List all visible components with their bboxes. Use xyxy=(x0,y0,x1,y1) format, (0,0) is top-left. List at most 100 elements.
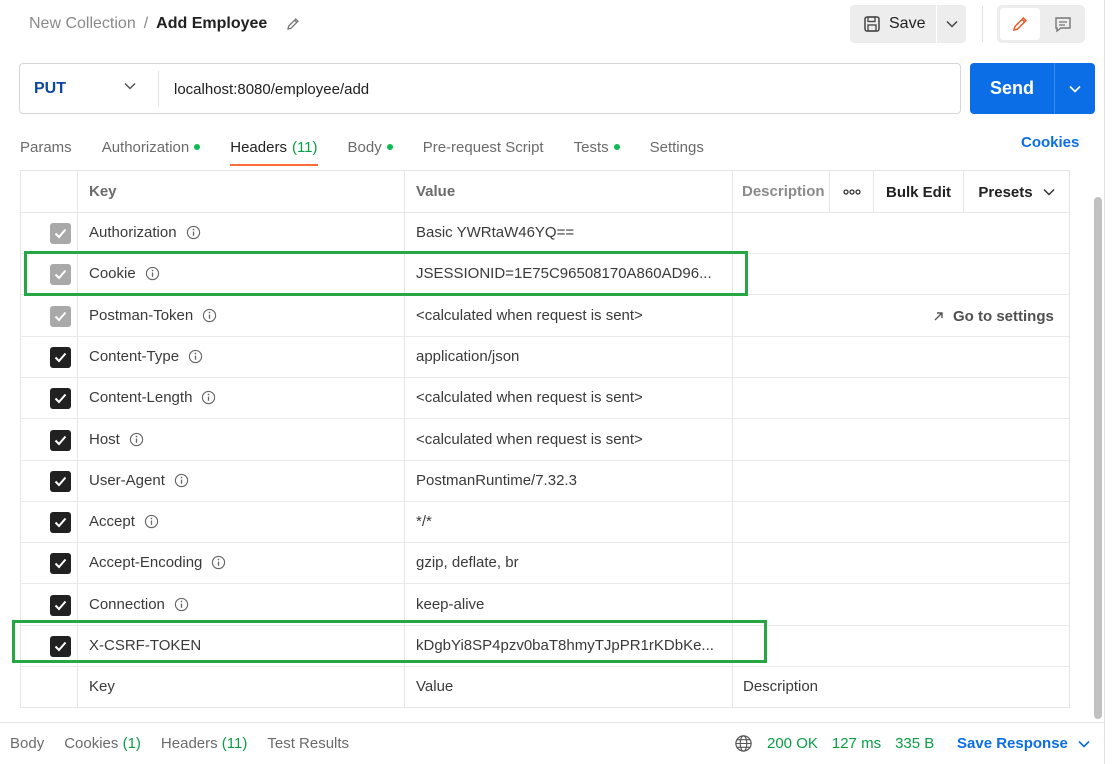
cookies-link[interactable]: Cookies xyxy=(1021,134,1079,151)
info-icon[interactable] xyxy=(174,597,189,612)
header-key[interactable]: X-CSRF-TOKEN xyxy=(89,637,201,654)
tab-tests[interactable]: Tests xyxy=(574,130,620,164)
table-header: Key Value Description Bulk Edit Presets xyxy=(21,171,1069,213)
header-key-text: Authorization xyxy=(89,224,177,241)
info-icon[interactable] xyxy=(144,514,159,529)
header-key[interactable]: Content-Length xyxy=(89,389,216,406)
new-value-input[interactable]: Value xyxy=(416,678,726,695)
info-icon[interactable] xyxy=(188,349,203,364)
request-url-bar: PUT xyxy=(19,63,961,114)
header-key[interactable]: Content-Type xyxy=(89,348,203,365)
save-response-button[interactable]: Save Response xyxy=(957,735,1090,752)
response-tab-body[interactable]: Body xyxy=(10,735,44,752)
check-icon xyxy=(54,435,67,445)
table-row: Accept-Encoding gzip, deflate, br xyxy=(21,543,1069,585)
header-value[interactable]: */* xyxy=(416,513,726,530)
arrow-up-right-icon xyxy=(934,311,943,321)
check-icon xyxy=(54,641,67,652)
header-key[interactable]: Authorization xyxy=(89,224,201,241)
header-key-text: X-CSRF-TOKEN xyxy=(89,637,202,654)
count-badge: (11) xyxy=(221,735,248,752)
header-key[interactable]: Host xyxy=(89,431,144,448)
header-value[interactable]: <calculated when request is sent> xyxy=(416,431,726,448)
edit-mode-button[interactable] xyxy=(1000,8,1040,40)
header-value[interactable]: JSESSIONID=1E75C96508170A860AD96... xyxy=(416,265,726,282)
tab-settings[interactable]: Settings xyxy=(650,130,704,164)
comments-mode-button[interactable] xyxy=(1044,8,1082,40)
header-enabled-checkbox xyxy=(50,305,71,327)
info-icon[interactable] xyxy=(129,432,144,447)
send-button[interactable]: Send xyxy=(970,63,1054,114)
header-value[interactable]: kDgbYi8SP4pzv0baT8hmyTJpPR1rKDbKe... xyxy=(416,637,726,654)
breadcrumb-current[interactable]: Add Employee xyxy=(156,15,267,33)
more-options-button[interactable] xyxy=(829,171,873,213)
new-description-input[interactable]: Description xyxy=(743,678,1043,695)
header-enabled-checkbox[interactable] xyxy=(50,346,71,368)
method-label: PUT xyxy=(34,79,66,97)
send-options-button[interactable] xyxy=(1054,63,1095,114)
header-enabled-checkbox[interactable] xyxy=(50,553,71,575)
bulk-edit-button[interactable]: Bulk Edit xyxy=(873,171,963,213)
header-value[interactable]: PostmanRuntime/7.32.3 xyxy=(416,472,726,489)
response-tab-test-results[interactable]: Test Results xyxy=(267,735,349,752)
header-enabled-checkbox[interactable] xyxy=(50,636,71,657)
tab-authorization[interactable]: Authorization xyxy=(102,130,201,164)
more-horizontal-icon xyxy=(842,189,861,195)
tab-label: Tests xyxy=(573,138,609,156)
go-to-settings-link[interactable]: Go to settings xyxy=(933,308,1054,325)
tab-params[interactable]: Params xyxy=(20,130,72,164)
info-icon[interactable] xyxy=(211,555,226,570)
header-value[interactable]: Basic YWRtaW46YQ== xyxy=(416,224,726,241)
header-enabled-checkbox[interactable] xyxy=(50,429,71,451)
method-select[interactable]: PUT xyxy=(20,64,158,113)
header-key-text: Host xyxy=(89,430,120,448)
breadcrumb-separator: / xyxy=(143,15,149,32)
save-response-label: Save Response xyxy=(957,735,1068,752)
response-time[interactable]: 127 ms xyxy=(832,735,881,752)
tab-headers[interactable]: Headers (11) xyxy=(230,130,318,166)
header-enabled-checkbox[interactable] xyxy=(50,388,71,410)
status-code[interactable]: 200 OK xyxy=(767,735,818,752)
pencil-icon[interactable] xyxy=(285,16,301,32)
header-value[interactable]: gzip, deflate, br xyxy=(416,554,726,571)
header-key[interactable]: Accept-Encoding xyxy=(89,554,226,571)
header-key[interactable]: Postman-Token xyxy=(89,307,217,324)
tab-pre-request-script[interactable]: Pre-request Script xyxy=(423,130,544,164)
header-value[interactable]: <calculated when request is sent> xyxy=(416,307,726,324)
response-tab-headers[interactable]: Headers (11) xyxy=(161,735,247,752)
tab-body[interactable]: Body xyxy=(348,130,393,164)
tab-label: Cookies xyxy=(64,735,119,752)
header-enabled-checkbox[interactable] xyxy=(50,470,71,492)
header-enabled-checkbox[interactable] xyxy=(50,512,71,534)
header-enabled-checkbox[interactable] xyxy=(50,594,71,616)
header-value[interactable]: application/json xyxy=(416,348,726,365)
scrollbar-thumb[interactable] xyxy=(1094,197,1102,719)
response-tab-cookies[interactable]: Cookies (1) xyxy=(64,735,141,752)
info-icon[interactable] xyxy=(174,473,189,488)
presets-label: Presets xyxy=(978,183,1033,201)
save-options-button[interactable] xyxy=(937,5,966,43)
header-value[interactable]: <calculated when request is sent> xyxy=(416,389,726,406)
header-key[interactable]: Accept xyxy=(89,513,159,530)
save-button[interactable]: Save xyxy=(850,5,936,43)
info-icon[interactable] xyxy=(145,266,160,281)
header-value[interactable]: keep-alive xyxy=(416,596,726,613)
header-enabled-checkbox xyxy=(50,264,71,286)
header-key[interactable]: Cookie xyxy=(89,265,160,282)
chevron-down-icon xyxy=(1069,85,1081,93)
header-key-text: Accept xyxy=(89,513,135,531)
divider xyxy=(158,71,159,106)
new-key-input[interactable]: Key xyxy=(89,678,115,695)
info-icon[interactable] xyxy=(186,225,201,240)
info-icon[interactable] xyxy=(201,390,216,405)
headers-count-badge: (11) xyxy=(291,138,318,156)
url-input[interactable] xyxy=(174,78,934,100)
header-key[interactable]: User-Agent xyxy=(89,472,189,489)
response-size[interactable]: 335 B xyxy=(895,735,934,752)
presets-dropdown[interactable]: Presets xyxy=(963,171,1069,213)
breadcrumb-parent[interactable]: New Collection xyxy=(29,15,136,33)
info-icon[interactable] xyxy=(202,308,217,323)
header-key[interactable]: Connection xyxy=(89,596,189,613)
check-icon xyxy=(54,228,67,239)
globe-icon[interactable] xyxy=(734,734,753,753)
